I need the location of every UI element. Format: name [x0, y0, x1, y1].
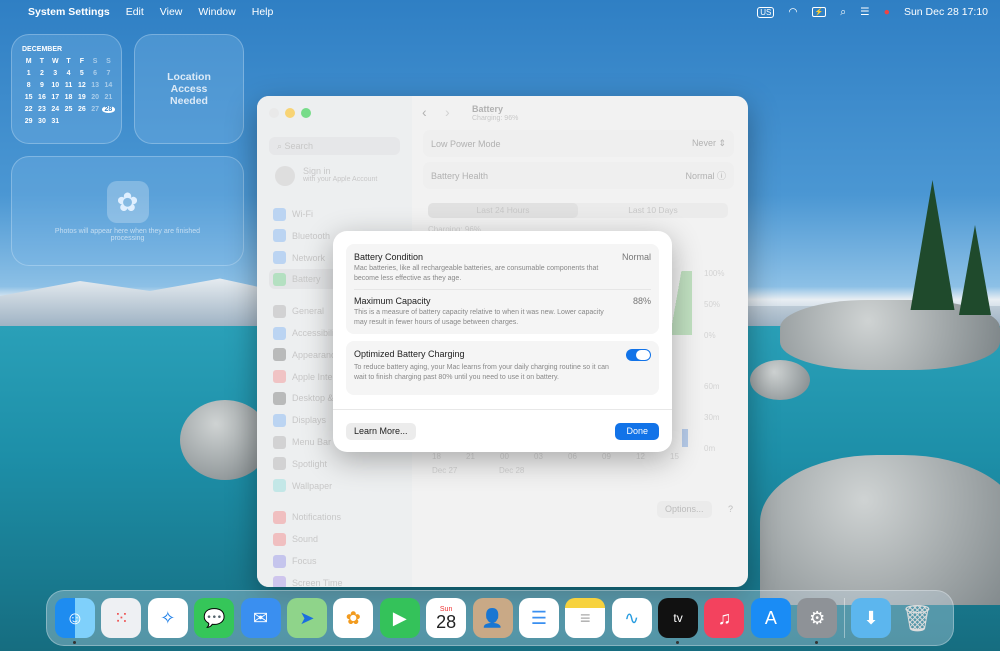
notes-icon[interactable]: ≡: [565, 598, 606, 638]
menu-app[interactable]: System Settings: [28, 6, 110, 18]
calendar-day[interactable]: 31: [49, 118, 62, 125]
weekday: M: [25, 58, 32, 65]
photos-message: Photos will appear here when they are fi…: [54, 228, 201, 242]
calendar-day[interactable]: 3: [49, 70, 62, 77]
reminders-icon[interactable]: ☰: [518, 598, 559, 638]
calendar-day[interactable]: 1: [22, 70, 35, 77]
photos-app-icon[interactable]: ✿: [333, 598, 374, 638]
weekday: W: [51, 58, 59, 65]
calendar-day[interactable]: 6: [88, 70, 101, 77]
calendar-day[interactable]: 17: [49, 94, 62, 101]
calendar-day[interactable]: 30: [35, 118, 48, 125]
optimized-charging-card: Optimized Battery Charging To reduce bat…: [346, 341, 659, 395]
calendar-day[interactable]: 24: [49, 106, 62, 113]
rock: [760, 455, 1000, 605]
calendar-day[interactable]: 27: [88, 106, 101, 113]
calendar-day[interactable]: 25: [62, 106, 75, 113]
condition-title: Battery Condition: [354, 252, 424, 262]
tree: [959, 225, 991, 315]
freeform-icon[interactable]: ∿: [611, 598, 652, 638]
calendar-day[interactable]: 14: [102, 82, 115, 89]
menu-view[interactable]: View: [160, 6, 183, 18]
launchpad-icon[interactable]: ⁙: [101, 598, 142, 638]
app-store-icon[interactable]: A: [750, 598, 791, 638]
menu-window[interactable]: Window: [198, 6, 235, 18]
downloads-folder-icon[interactable]: ⬇: [851, 598, 892, 638]
calendar-day[interactable]: 15: [22, 94, 35, 101]
done-button[interactable]: Done: [615, 423, 659, 440]
optimized-charging-toggle[interactable]: [626, 349, 651, 361]
capacity-value: 88%: [632, 296, 651, 306]
calendar-day[interactable]: 16: [35, 94, 48, 101]
weather-message: Location Access Needed: [167, 71, 211, 107]
capacity-title: Maximum Capacity: [354, 296, 431, 306]
menu-edit[interactable]: Edit: [126, 6, 144, 18]
control-center-icon[interactable]: ☰: [860, 6, 869, 18]
calendar-day[interactable]: 4: [62, 70, 75, 77]
calendar-day[interactable]: 5: [75, 70, 88, 77]
mail-icon[interactable]: ✉: [240, 598, 281, 638]
calendar-day[interactable]: 7: [102, 70, 115, 77]
tree: [910, 180, 955, 310]
calendar-widget[interactable]: DECEMBER M T W T F S S 1 2 3 4 5 6 7 8 9 10 11 12 13 14 15 16 1…: [11, 34, 122, 144]
weekday: T: [66, 58, 71, 65]
capacity-desc: This is a measure of battery capacity re…: [354, 309, 604, 326]
health-card: Battery Condition Normal Mac batteries, l…: [346, 244, 659, 334]
calendar-day[interactable]: 23: [35, 106, 48, 113]
calendar-day[interactable]: 18: [62, 94, 75, 101]
calendar-day[interactable]: 26: [75, 106, 88, 113]
calendar-day[interactable]: 20: [88, 94, 101, 101]
condition-value: Normal: [621, 252, 651, 262]
optimized-title: Optimized Battery Charging: [354, 349, 465, 359]
trash-icon[interactable]: 🗑: [897, 598, 937, 638]
safari-icon[interactable]: ✧: [147, 598, 188, 638]
dock-separator: [843, 598, 845, 638]
clock[interactable]: Sun Dec 28 17:10: [904, 6, 988, 18]
calendar-day[interactable]: 9: [35, 82, 48, 89]
calendar-month: DECEMBER: [22, 46, 63, 53]
facetime-icon[interactable]: ▶: [379, 598, 420, 638]
battery-health-dialog: Battery Condition Normal Mac batteries, l…: [333, 231, 672, 452]
photos-icon: ✿: [106, 181, 149, 223]
music-icon[interactable]: ♫: [704, 598, 745, 638]
menu-bar: System Settings Edit View Window Help US…: [0, 0, 1000, 24]
calendar-day[interactable]: 12: [75, 82, 88, 89]
weekday: F: [79, 58, 84, 65]
wifi-icon[interactable]: ◠: [788, 6, 797, 18]
battery-icon[interactable]: ⚡: [811, 7, 827, 17]
calendar-icon[interactable]: Sun 28: [426, 598, 467, 638]
calendar-grid: M T W T F S S 1 2 3 4 5 6 7 8 9 10 11 12 13 14 15 16 17 18 19 20 21…: [22, 58, 116, 125]
calendar-day[interactable]: 13: [88, 82, 101, 89]
calendar-day[interactable]: 29: [22, 118, 35, 125]
rock: [750, 360, 810, 400]
calendar-day[interactable]: 11: [62, 82, 75, 89]
learn-more-button[interactable]: Learn More...: [346, 423, 416, 440]
calendar-day[interactable]: 8: [22, 82, 35, 89]
condition-desc: Mac batteries, like all rechargeable bat…: [354, 265, 599, 282]
weekday: T: [39, 58, 45, 65]
calendar-day[interactable]: 22: [22, 106, 35, 113]
weekday: S: [92, 58, 98, 65]
search-icon[interactable]: ⌕: [840, 6, 846, 19]
input-source[interactable]: US: [757, 6, 775, 18]
photos-widget[interactable]: ✿ Photos will appear here when they are …: [11, 156, 244, 266]
system-settings-icon[interactable]: ⚙: [797, 598, 838, 644]
calendar-day[interactable]: 28: [101, 106, 116, 113]
weekday: S: [106, 58, 111, 65]
messages-icon[interactable]: 💬: [194, 598, 235, 638]
optimized-desc: To reduce battery aging, your Mac learns…: [354, 364, 609, 381]
divider: [333, 409, 672, 410]
maps-icon[interactable]: ➤: [286, 598, 327, 638]
weather-widget[interactable]: Location Access Needed: [134, 34, 244, 144]
calendar-day[interactable]: 2: [35, 70, 48, 77]
menu-help[interactable]: Help: [252, 6, 274, 18]
apple-tv-icon[interactable]: tv: [658, 598, 699, 644]
calendar-day[interactable]: 19: [75, 94, 88, 101]
calendar-day[interactable]: 21: [102, 94, 115, 101]
contacts-icon[interactable]: 👤: [472, 598, 513, 638]
finder-icon[interactable]: ☺: [55, 598, 95, 644]
siri-icon[interactable]: ●: [884, 6, 890, 18]
dock: ☺ ⁙ ✧ 💬 ✉ ➤ ✿ ▶ Sun 28 👤 ☰ ≡ ∿ tv ♫ A ⚙ ⬇…: [46, 590, 954, 646]
calendar-day[interactable]: 10: [49, 82, 62, 89]
